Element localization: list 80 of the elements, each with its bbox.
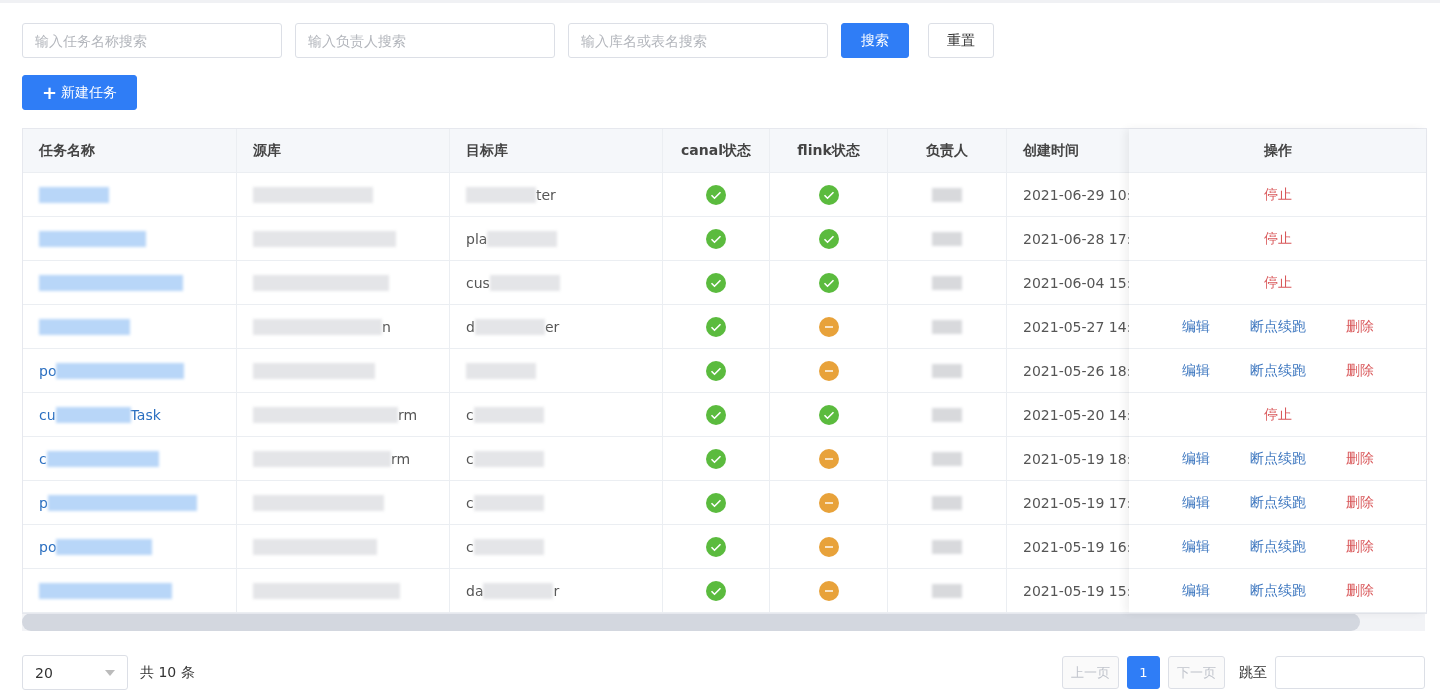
column-header: canal状态 — [681, 141, 751, 160]
action-link[interactable]: 断点续跑 — [1241, 449, 1314, 468]
action-link[interactable]: 编辑 — [1173, 581, 1218, 600]
column-header: 源库 — [253, 141, 281, 160]
redacted-text — [932, 583, 962, 598]
page-size-select[interactable]: 20 — [22, 655, 128, 690]
redacted-text — [932, 451, 962, 466]
table-cell: ter — [466, 186, 556, 203]
table-cell: 2021-05-26 18: — [1023, 362, 1129, 379]
action-link[interactable]: 编辑 — [1173, 537, 1218, 556]
table-cell: 2021-06-28 17: — [1023, 230, 1129, 247]
danger-action-link[interactable]: 删除 — [1337, 581, 1382, 600]
redacted-text — [932, 363, 962, 378]
total-count: 共 10 条 — [140, 663, 195, 682]
task-name-link[interactable] — [39, 186, 109, 203]
column-header: 任务名称 — [39, 141, 95, 160]
column-header: flink状态 — [797, 141, 860, 160]
redacted-text — [932, 407, 962, 422]
table-cell: c — [466, 406, 544, 423]
table-cell: 2021-05-19 17: — [1023, 494, 1129, 511]
search-button[interactable]: 搜索 — [841, 23, 909, 58]
table-cell: rm — [253, 406, 418, 423]
redacted-text — [932, 495, 962, 510]
table-cell: 2021-06-04 15: — [1023, 274, 1129, 291]
search-field[interactable]: 输入库名或表名搜索 — [568, 23, 828, 58]
action-link[interactable]: 编辑 — [1173, 361, 1218, 380]
page-button[interactable]: 1 — [1127, 656, 1160, 689]
action-link[interactable]: 断点续跑 — [1241, 493, 1314, 512]
action-link[interactable]: 断点续跑 — [1241, 581, 1314, 600]
danger-action-link[interactable]: 删除 — [1337, 449, 1382, 468]
table-cell: da r — [466, 582, 560, 599]
caret-icon — [105, 669, 115, 676]
redacted-text — [932, 539, 962, 554]
table-cell: d er — [466, 318, 560, 335]
table-cell: cus — [466, 274, 560, 291]
danger-action-link[interactable]: 停止 — [1255, 273, 1300, 292]
task-name-link[interactable] — [39, 274, 183, 291]
table-cell: n — [253, 318, 391, 335]
task-name-link[interactable] — [39, 318, 130, 335]
table-cell: 2021-05-20 14: — [1023, 406, 1129, 423]
table-cell: 2021-06-29 10: — [1023, 186, 1129, 203]
jump-label: 跳至 — [1239, 663, 1267, 682]
table-cell: pla — [466, 230, 558, 247]
new-task-button[interactable]: + 新建任务 — [22, 75, 137, 110]
task-name-link[interactable] — [39, 582, 172, 599]
table-cell — [466, 362, 536, 379]
redacted-text — [932, 231, 962, 246]
danger-action-link[interactable]: 停止 — [1255, 405, 1300, 424]
column-header: 负责人 — [926, 141, 968, 160]
table-cell: c — [466, 450, 544, 467]
action-link[interactable]: 断点续跑 — [1241, 361, 1314, 380]
danger-action-link[interactable]: 删除 — [1337, 493, 1382, 512]
redacted-text — [932, 187, 962, 202]
danger-action-link[interactable]: 删除 — [1337, 317, 1382, 336]
table-cell: 2021-05-27 14: — [1023, 318, 1129, 335]
action-link[interactable]: 编辑 — [1173, 493, 1218, 512]
action-link[interactable]: 编辑 — [1173, 449, 1218, 468]
search-field[interactable]: 输入任务名称搜索 — [22, 23, 282, 58]
page-input[interactable] — [1275, 656, 1425, 689]
column-header: 目标库 — [466, 141, 508, 160]
table-cell: c — [466, 538, 544, 555]
column-header: 创建时间 — [1023, 141, 1079, 160]
danger-action-link[interactable]: 停止 — [1255, 229, 1300, 248]
column-header: 操作 — [1263, 141, 1292, 160]
danger-action-link[interactable]: 删除 — [1337, 537, 1382, 556]
action-link[interactable]: 编辑 — [1173, 317, 1218, 336]
danger-action-link[interactable]: 删除 — [1337, 361, 1382, 380]
redacted-text — [932, 275, 962, 290]
table-cell: rm — [253, 450, 411, 467]
task-name-link[interactable] — [39, 230, 146, 247]
search-field[interactable]: 输入负责人搜索 — [295, 23, 555, 58]
table-cell: 2021-05-19 16: — [1023, 538, 1129, 555]
reset-button[interactable]: 重置 — [928, 23, 994, 58]
table-cell: 2021-05-19 15: — [1023, 582, 1129, 599]
redacted-text — [932, 319, 962, 334]
action-link[interactable]: 断点续跑 — [1241, 317, 1314, 336]
table-cell: c — [466, 494, 544, 511]
action-link[interactable]: 断点续跑 — [1241, 537, 1314, 556]
danger-action-link[interactable]: 停止 — [1255, 185, 1300, 204]
table-cell: 2021-05-19 18: — [1023, 450, 1129, 467]
